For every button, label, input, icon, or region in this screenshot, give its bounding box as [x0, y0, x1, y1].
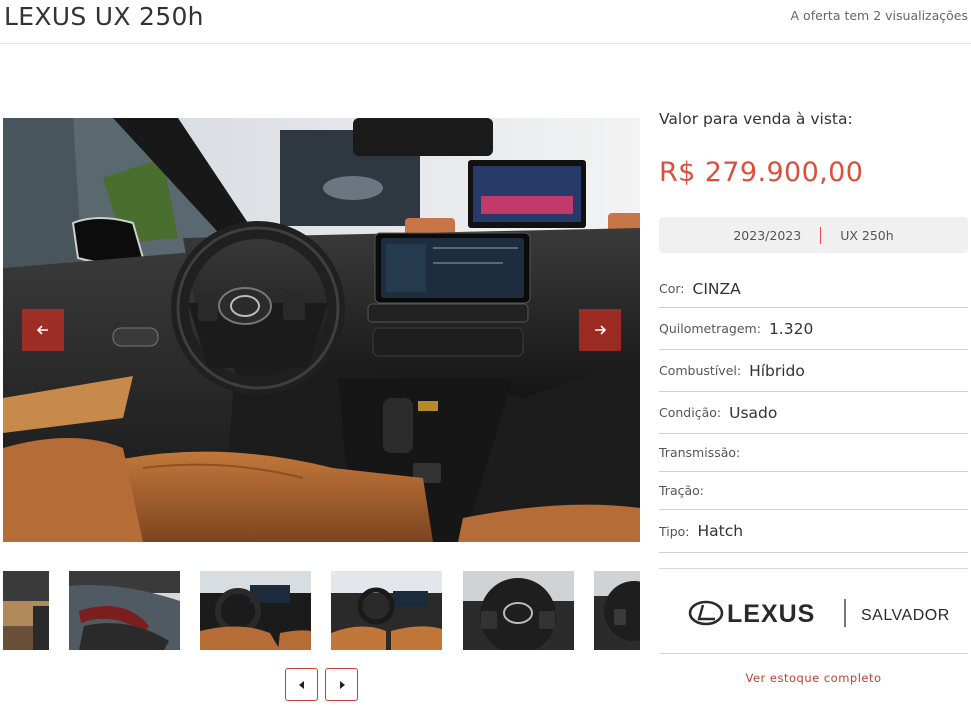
car-interior-photo	[3, 118, 640, 542]
thumbnail[interactable]	[594, 571, 640, 650]
spec-row-color: Cor: CINZA	[659, 270, 968, 308]
spec-key: Combustível:	[659, 363, 742, 378]
model-version: UX 250h	[840, 227, 894, 243]
thumbnail[interactable]	[463, 571, 574, 650]
header-divider	[0, 43, 971, 44]
thumbnail[interactable]	[3, 571, 49, 650]
thumbnail[interactable]	[331, 571, 442, 650]
spec-row-type: Tipo: Hatch	[659, 510, 968, 553]
spec-row-traction: Tração:	[659, 472, 968, 510]
thumbnail-image	[594, 571, 640, 650]
dealer-location: SALVADOR	[861, 607, 950, 624]
price: R$ 279.900,00	[659, 157, 864, 188]
dealer-logo[interactable]: LEXUS SALVADOR	[659, 568, 968, 654]
model-year: 2023/2023	[733, 227, 802, 243]
spec-row-fuel: Combustível: Híbrido	[659, 350, 968, 392]
spec-value: 1.320	[768, 319, 814, 338]
lexus-logo-icon: LEXUS SALVADOR	[688, 599, 950, 628]
spec-key: Condição:	[659, 405, 722, 420]
spec-key: Transmissão:	[659, 445, 741, 460]
thumbnails-prev-button[interactable]	[285, 668, 318, 701]
arrow-right-icon	[595, 325, 607, 335]
thumbnail-image	[3, 571, 49, 650]
spec-key: Tipo:	[659, 523, 690, 539]
main-photo[interactable]	[3, 118, 640, 542]
spec-row-mileage: Quilometragem: 1.320	[659, 308, 968, 350]
sale-price-label: Valor para venda à vista:	[659, 110, 853, 128]
spec-row-transmission: Transmissão:	[659, 434, 968, 472]
caret-right-icon	[339, 680, 345, 689]
caret-left-icon	[298, 680, 304, 689]
spec-key: Cor:	[659, 281, 685, 296]
gallery-next-button[interactable]	[579, 309, 621, 351]
thumbnail-image	[331, 571, 442, 650]
version-separator	[820, 226, 822, 244]
spec-value: Hatch	[697, 522, 744, 540]
thumbnails-next-button[interactable]	[325, 668, 358, 701]
spec-value: Híbrido	[749, 361, 805, 380]
spec-row-condition: Condição: Usado	[659, 392, 968, 434]
thumbnail-image	[69, 571, 180, 650]
thumbnail[interactable]	[200, 571, 311, 650]
gallery-prev-button[interactable]	[22, 309, 64, 351]
spec-value: Usado	[729, 403, 778, 422]
version-summary: 2023/2023 UX 250h	[659, 217, 968, 253]
arrow-left-icon	[36, 325, 48, 335]
spec-key: Quilometragem:	[659, 321, 761, 336]
thumbnail[interactable]	[69, 571, 180, 650]
dealer-brand: LEXUS	[727, 600, 815, 628]
spec-value: CINZA	[692, 279, 741, 298]
spec-key: Tração:	[659, 483, 704, 498]
view-full-stock-link[interactable]: Ver estoque completo	[659, 671, 968, 685]
thumbnail-image	[463, 571, 574, 650]
page-title: LEXUS UX 250h	[4, 2, 204, 31]
thumbnail-image	[200, 571, 311, 650]
view-count: A oferta tem 2 visualizações	[790, 8, 968, 23]
